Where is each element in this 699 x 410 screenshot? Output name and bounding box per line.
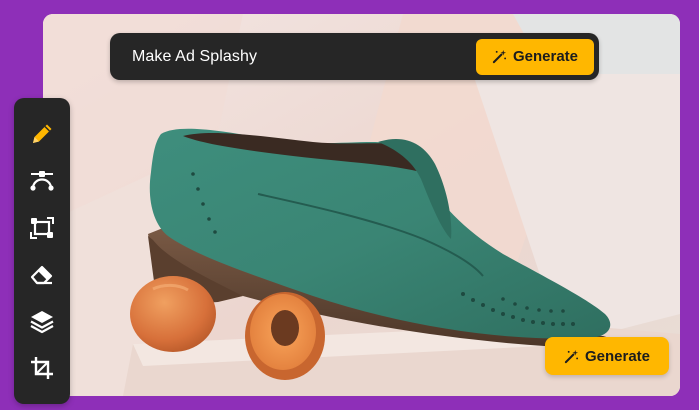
transform-icon [30,216,54,239]
floating-generate-label: Generate [584,347,651,365]
layers-icon [30,311,54,334]
pencil-icon [33,124,52,143]
magic-wand-icon [492,49,507,64]
tool-eraser[interactable] [25,257,59,291]
tool-bezier[interactable] [25,164,59,198]
prompt-input[interactable]: Make Ad Splashy [132,48,476,66]
eraser-icon [30,266,53,285]
floating-generate-button[interactable]: Generate [545,337,669,375]
tool-sidebar [14,98,70,404]
generate-button-label: Generate [512,48,579,65]
crop-icon [31,357,53,380]
tool-transform[interactable] [25,211,59,245]
generate-button[interactable]: Generate [476,38,594,75]
tool-pencil[interactable] [25,117,59,151]
tool-crop[interactable] [25,351,59,385]
magic-wand-icon [564,349,579,363]
prompt-bar: Make Ad Splashy Generate [110,33,599,80]
bezier-curve-icon [30,170,54,191]
tool-layers[interactable] [25,304,59,338]
